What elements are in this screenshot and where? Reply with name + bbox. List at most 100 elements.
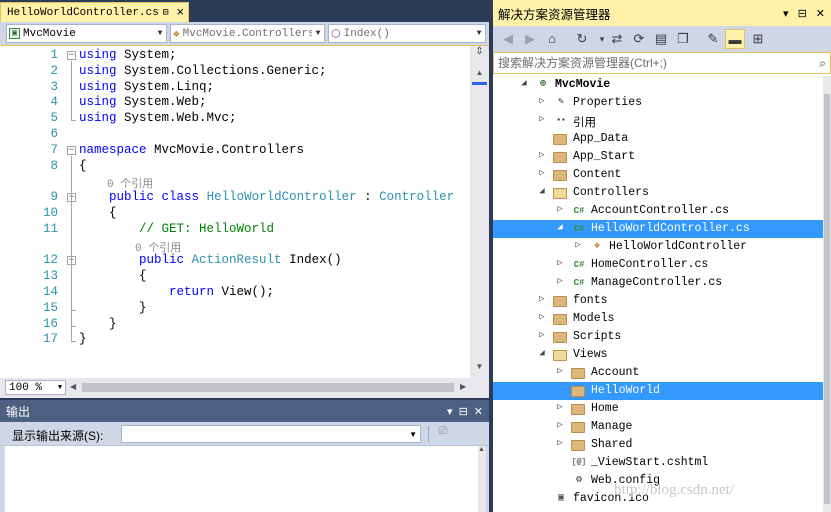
namespace-dropdown[interactable]: ❖ MvcMovie.Controllers. ▼ xyxy=(170,24,325,43)
search-icon[interactable]: ⌕ xyxy=(819,53,826,73)
solution-vertical-scrollbar[interactable] xyxy=(823,76,831,512)
scroll-up-icon[interactable]: ▲ xyxy=(472,68,487,82)
collapsed-arrow-icon[interactable]: ▷ xyxy=(555,258,565,268)
scroll-thumb[interactable] xyxy=(824,94,830,504)
collapse-region-icon[interactable]: − xyxy=(67,51,76,60)
window-menu-icon[interactable]: ▾ xyxy=(447,405,453,418)
solution-tree: ◢ ⊕ MvcMovie ▷ ✎ Properties ▷ ▪▪ 引用 App_Data ▷ App_… xyxy=(493,76,823,512)
collapsed-arrow-icon[interactable]: ▷ xyxy=(537,114,547,124)
collapsed-arrow-icon[interactable]: ▷ xyxy=(537,330,547,340)
expanded-arrow-icon[interactable]: ◢ xyxy=(537,348,547,358)
solution-explorer-title: 解决方案资源管理器 xyxy=(498,7,611,22)
tree-item[interactable]: ▷ ✎ Properties xyxy=(493,94,823,112)
tree-item[interactable]: ▷ Scripts xyxy=(493,328,823,346)
tree-item-label: HelloWorldController xyxy=(609,240,748,253)
tree-item[interactable]: ◢ ⊕ MvcMovie xyxy=(493,76,823,94)
collapsed-arrow-icon[interactable]: ▷ xyxy=(555,204,565,214)
folder-icon xyxy=(571,368,585,379)
project-dropdown[interactable]: ▣ MvcMovie ▼ xyxy=(6,24,167,43)
member-dropdown[interactable]: ⬡ Index() ▼ xyxy=(328,24,486,43)
config-file-icon: ⚙ xyxy=(575,475,583,486)
tree-item[interactable]: ▷ Account xyxy=(493,364,823,382)
output-source-dropdown[interactable]: ▼ xyxy=(121,425,421,443)
zoom-dropdown[interactable]: 100 % ▼ xyxy=(5,380,66,395)
output-text-area[interactable] xyxy=(5,446,481,512)
expanded-arrow-icon[interactable]: ◢ xyxy=(555,222,565,232)
collapsed-arrow-icon[interactable]: ▷ xyxy=(537,150,547,160)
history-icon[interactable]: ↻ xyxy=(572,29,592,49)
collapsed-arrow-icon[interactable]: ▷ xyxy=(555,276,565,286)
close-icon[interactable]: ✕ xyxy=(816,7,825,20)
collapsed-arrow-icon[interactable]: ▷ xyxy=(555,420,565,430)
scroll-up-icon[interactable]: ▲ xyxy=(478,446,485,453)
caret-position-marker xyxy=(472,82,487,85)
tree-item[interactable]: ◢ Views xyxy=(493,346,823,364)
collapsed-arrow-icon[interactable]: ▷ xyxy=(555,366,565,376)
tree-item[interactable]: ▷ ▪▪ 引用 xyxy=(493,112,823,130)
refresh-icon[interactable]: ⟳ xyxy=(629,29,649,49)
pin-icon[interactable]: ⊟ xyxy=(159,7,173,19)
code-token: public xyxy=(79,253,185,268)
output-vertical-scrollbar[interactable]: ▲ xyxy=(478,446,486,512)
document-tab[interactable]: HelloWorldController.cs ⊟ × xyxy=(0,2,189,22)
collapsed-arrow-icon[interactable]: ▷ xyxy=(537,312,547,322)
editor-vertical-scrollbar[interactable]: ⇕ ▲ ▼ xyxy=(470,46,489,378)
scroll-left-icon[interactable]: ◀ xyxy=(70,382,76,391)
tree-item[interactable]: [@] _ViewStart.cshtml xyxy=(493,454,823,472)
solution-search-input[interactable]: 搜索解决方案资源管理器(Ctrl+;) ⌕ xyxy=(493,52,831,74)
code-line: { xyxy=(79,159,87,173)
collapsed-arrow-icon[interactable]: ▷ xyxy=(537,168,547,178)
collapsed-arrow-icon[interactable]: ▷ xyxy=(573,240,583,250)
back-icon[interactable]: ◀ xyxy=(498,29,518,49)
folder-icon xyxy=(553,170,567,181)
forward-icon[interactable]: ▶ xyxy=(520,29,540,49)
tree-item[interactable]: ▷ C# ManageController.cs xyxy=(493,274,823,292)
tree-item[interactable]: ▷ C# HomeController.cs xyxy=(493,256,823,274)
tree-item[interactable]: ▷ App_Start xyxy=(493,148,823,166)
line-number: 1 xyxy=(50,48,58,62)
collapsed-arrow-icon[interactable]: ▷ xyxy=(555,402,565,412)
pin-icon[interactable]: ⊟ xyxy=(459,405,468,418)
code-area[interactable]: 1 using System; 2 using System.Collections.… xyxy=(0,46,470,378)
tree-item[interactable]: ▷ ❖ HelloWorldController xyxy=(493,238,823,256)
reference-count-lens[interactable]: 0 个引用 xyxy=(135,239,181,255)
tree-item[interactable]: ▷ Home xyxy=(493,400,823,418)
split-window-icon[interactable]: ⇕ xyxy=(472,46,487,64)
scroll-down-icon[interactable]: ▼ xyxy=(472,362,487,376)
window-menu-icon[interactable]: ▾ xyxy=(783,7,789,20)
collapse-all-icon[interactable]: ▤ xyxy=(651,29,671,49)
pin-icon[interactable]: ⊟ xyxy=(798,7,807,20)
class-view-icon[interactable]: ⊞ xyxy=(748,29,768,49)
horizontal-scroll-thumb[interactable] xyxy=(82,383,454,392)
tree-item[interactable]: ▷ fonts xyxy=(493,292,823,310)
expanded-arrow-icon[interactable]: ◢ xyxy=(537,186,547,196)
clear-all-icon[interactable]: ⎚ xyxy=(434,425,452,443)
document-tab-strip: HelloWorldController.cs ⊟ × xyxy=(0,0,489,22)
collapsed-arrow-icon[interactable]: ▷ xyxy=(537,96,547,106)
tree-item[interactable]: ◢ C# HelloWorldController.cs xyxy=(493,220,823,238)
collapsed-arrow-icon[interactable]: ▷ xyxy=(537,294,547,304)
collapse-region-icon[interactable]: − xyxy=(67,145,76,155)
close-icon[interactable]: ✕ xyxy=(474,405,483,418)
folder-icon xyxy=(553,332,567,343)
tree-item-label: Content xyxy=(573,168,622,181)
collapsed-arrow-icon[interactable]: ▷ xyxy=(555,438,565,448)
sync-icon[interactable]: ⇄ xyxy=(607,29,627,49)
tree-item[interactable]: App_Data xyxy=(493,130,823,148)
tree-item[interactable]: ▷ Manage xyxy=(493,418,823,436)
scroll-right-icon[interactable]: ▶ xyxy=(460,382,466,391)
tree-item[interactable]: ▷ Content xyxy=(493,166,823,184)
preview-icon[interactable]: ▬ xyxy=(725,29,745,49)
tree-item[interactable]: ▷ Shared xyxy=(493,436,823,454)
code-token: using xyxy=(79,63,117,78)
show-all-files-icon[interactable]: ❐ xyxy=(673,29,693,49)
tree-item[interactable]: ▷ C# AccountController.cs xyxy=(493,202,823,220)
tree-item[interactable]: ▷ Models xyxy=(493,310,823,328)
expanded-arrow-icon[interactable]: ◢ xyxy=(519,78,529,88)
tree-item[interactable]: ◢ Controllers xyxy=(493,184,823,202)
home-icon[interactable]: ⌂ xyxy=(542,29,562,49)
close-tab-icon[interactable]: × xyxy=(172,6,188,19)
wrench-icon[interactable]: ✎ xyxy=(703,29,723,49)
tree-item[interactable]: HelloWorld xyxy=(493,382,823,400)
reference-count-lens[interactable]: 0 个引用 xyxy=(107,175,153,191)
